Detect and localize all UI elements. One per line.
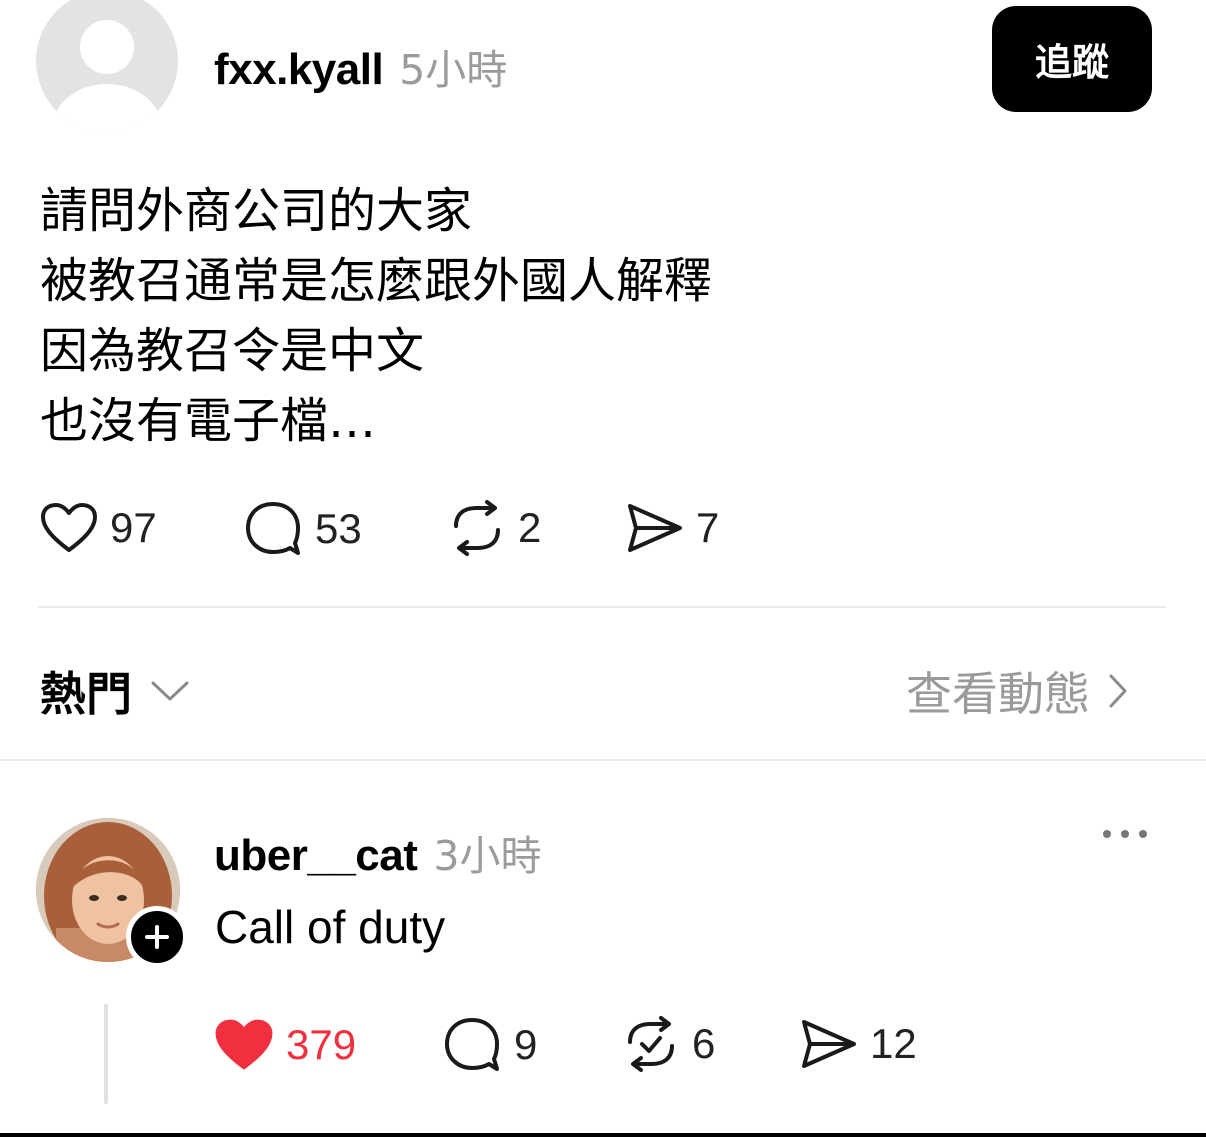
thread-line [104,1004,108,1104]
post-line: 也沒有電子檔… [40,393,377,449]
reply-username[interactable]: uber__cat [214,831,418,881]
send-icon [802,1020,856,1068]
follow-button[interactable]: 追蹤 [992,6,1152,112]
heart-icon [41,503,97,552]
repost-count: 2 [518,504,542,551]
divider [0,759,1206,761]
send-icon [628,504,682,552]
share-count: 7 [696,504,720,551]
post-line: 請問外商公司的大家 [40,183,473,239]
comment-button[interactable]: 9 [442,1016,537,1074]
avatar-placeholder-body [52,84,162,132]
like-count: 379 [286,1021,357,1068]
more-icon [1103,830,1147,838]
like-count: 97 [110,504,157,551]
comment-count: 9 [514,1021,538,1068]
post-line: 因為教召令是中文 [40,323,425,379]
repost-button[interactable]: 6 [622,1016,715,1072]
comment-icon [246,502,300,555]
sort-label: 熱門 [40,667,132,721]
post-header: fxx.kyall 5小時 [214,36,507,96]
follow-plus-button[interactable] [126,906,188,968]
share-button[interactable]: 7 [626,502,719,554]
sort-dropdown[interactable]: 熱門 [40,658,190,724]
post-username[interactable]: fxx.kyall [214,45,384,95]
repost-button[interactable]: 2 [448,500,541,556]
like-button[interactable]: 379 [214,1018,356,1072]
like-button[interactable]: 97 [40,502,157,554]
repost-count: 6 [692,1020,716,1067]
bottom-edge [0,1133,1206,1137]
post-line: 被教召通常是怎麼跟外國人解釋 [40,253,713,309]
reply-time: 3小時 [433,832,542,880]
reply-header: uber__cat 3小時 [214,822,541,882]
heart-filled-icon [215,1019,273,1070]
plus-icon [145,925,169,949]
share-button[interactable]: 12 [800,1018,917,1070]
avatar-placeholder-head [80,20,134,74]
comment-count: 53 [315,505,362,552]
share-count: 12 [870,1020,917,1067]
chevron-right-icon [1109,674,1127,708]
comment-icon [445,1018,499,1071]
repost-check-icon [628,1016,674,1072]
post-body: 請問外商公司的大家 被教召通常是怎麼跟外國人解釋 因為教召令是中文 也沒有電子檔… [40,176,712,456]
more-options-button[interactable] [1100,826,1150,846]
view-activity-link[interactable]: 查看動態 [906,658,1128,724]
repost-icon [454,500,500,556]
comment-button[interactable]: 53 [243,500,362,558]
reply-text: Call of duty [215,901,446,953]
chevron-down-icon [151,681,189,701]
divider [38,606,1166,608]
post-time: 5小時 [399,46,508,94]
view-activity-label: 查看動態 [906,667,1090,721]
avatar[interactable] [36,0,178,132]
